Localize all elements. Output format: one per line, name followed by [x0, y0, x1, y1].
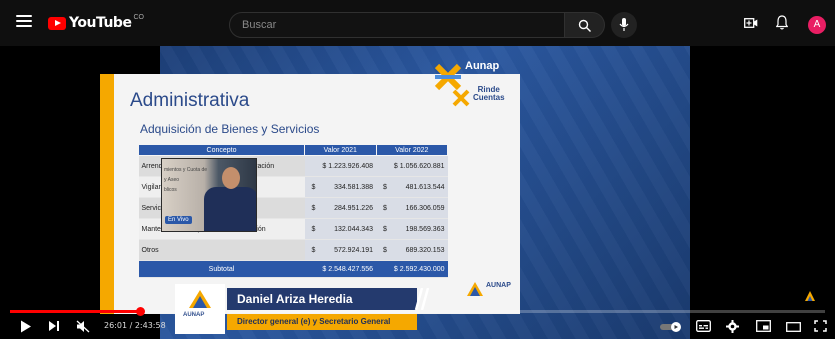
rinde-cuentas-logo: Aunap Rinde Cuentas [433, 58, 523, 110]
top-bar: YouTube CO Buscar A [0, 0, 835, 46]
fullscreen-icon[interactable] [814, 320, 827, 332]
time-display: 26:01 / 2:43:58 [104, 321, 166, 330]
column-header: Valor 2022 [375, 144, 448, 156]
brand-name: Aunap [465, 60, 500, 72]
channel-watermark-icon[interactable] [804, 290, 816, 302]
settings-gear-icon[interactable] [726, 320, 739, 333]
value-2022-cell: $166.306.059 [376, 197, 448, 219]
currency-symbol: $ [311, 225, 316, 233]
value-2021-cell: $572.924.191 [304, 239, 376, 261]
slide-title: Administrativa [130, 90, 250, 111]
currency-symbol: $ [383, 204, 387, 212]
subtotal-label: Subtotal [138, 260, 305, 278]
miniplayer-icon[interactable] [756, 320, 771, 332]
subtotal-row: Subtotal $ 2.548.427.556 $ 2.592.430.000 [138, 260, 448, 278]
speaker-inset: mientos y Cuota de y Aseo blicos En Vivo [161, 158, 257, 232]
value-text: 166.306.059 [405, 204, 445, 212]
logo-region-code: CO [133, 13, 144, 21]
next-icon[interactable] [48, 320, 60, 332]
autoplay-toggle-icon[interactable] [660, 322, 682, 332]
play-icon[interactable] [20, 320, 32, 333]
create-icon[interactable] [744, 17, 758, 29]
table-row: Otros $572.924.191 $689.320.153 [138, 239, 448, 261]
value-text: 689.320.153 [405, 246, 445, 254]
value-text: 132.044.343 [334, 225, 373, 233]
brand-x-small-icon [452, 89, 470, 107]
value-2021-cell: $334.581.388 [304, 176, 376, 198]
column-header: Concepto [138, 144, 305, 156]
voice-search-button[interactable] [611, 12, 637, 38]
subtitles-icon[interactable] [696, 320, 711, 332]
currency-symbol: $ [383, 246, 387, 254]
corner-logo-text: AUNAP [486, 282, 511, 289]
video-player[interactable]: Administrativa Adquisición de Bienes y S… [0, 46, 835, 339]
brand-cuentas-text: Cuentas [473, 93, 505, 102]
slide-subtitle: Adquisición de Bienes y Servicios [140, 122, 320, 136]
value-2022-cell: $689.320.153 [376, 239, 448, 261]
value-text: 572.924.191 [334, 246, 373, 254]
inset-text-line: y Aseo [164, 177, 180, 183]
scrubber-handle[interactable] [135, 307, 145, 316]
speaker-body [204, 187, 256, 231]
value-2022-cell: $ 1.056.620.881 [376, 155, 448, 177]
currency-symbol: $ [383, 183, 387, 191]
subtotal-2022: $ 2.592.430.000 [376, 260, 448, 278]
menu-icon[interactable] [16, 15, 32, 27]
player-controls: 26:01 / 2:43:58 [0, 316, 835, 339]
speaker-head [222, 167, 240, 189]
subtotal-2021: $ 2.548.427.556 [304, 260, 376, 278]
value-2022-cell: $481.613.544 [376, 176, 448, 198]
theater-mode-icon[interactable] [786, 322, 801, 332]
currency-symbol: $ [383, 225, 387, 233]
speaker-name: Daniel Ariza Heredia [227, 288, 417, 310]
column-header: Valor 2021 [304, 144, 377, 156]
value-text: 481.613.544 [405, 183, 445, 191]
value-text: 334.581.388 [334, 183, 373, 191]
bell-icon[interactable] [776, 15, 788, 30]
logo-text: YouTube [69, 15, 132, 31]
youtube-watch-page: YouTube CO Buscar A Administrativa Adqui… [0, 0, 835, 339]
inset-text-line: blicos [164, 187, 177, 193]
youtube-play-logo-icon [48, 16, 66, 30]
aunap-corner-icon [467, 282, 483, 296]
inset-text-line: mientos y Cuota de [164, 167, 208, 173]
search-icon [578, 19, 591, 32]
value-2021-cell: $132.044.343 [304, 218, 376, 240]
value-text: 284.951.226 [334, 204, 373, 212]
aunap-mark-icon [189, 290, 211, 308]
slide-accent-bar [100, 74, 114, 314]
value-2022-cell: $198.569.363 [376, 218, 448, 240]
slide-corner-logo: AUNAP [466, 279, 524, 307]
concept-cell: Otros [138, 239, 305, 261]
mic-icon [619, 18, 629, 31]
search-button[interactable] [565, 12, 605, 38]
mute-icon[interactable] [76, 320, 90, 333]
currency-symbol: $ [311, 204, 316, 212]
brand-tagline: Rinde Cuentas [473, 86, 505, 102]
search-input[interactable]: Buscar [229, 12, 565, 38]
currency-symbol: $ [311, 246, 316, 254]
currency-symbol: $ [311, 183, 316, 191]
inset-slide-text: mientos y Cuota de y Aseo blicos [164, 165, 207, 195]
live-badge: En Vivo [165, 216, 192, 224]
youtube-logo[interactable]: YouTube CO [48, 14, 144, 32]
progress-bar[interactable] [10, 307, 825, 316]
value-2021-cell: $ 1.223.926.408 [304, 155, 376, 177]
value-text: 198.569.363 [405, 225, 445, 233]
value-2021-cell: $284.951.226 [304, 197, 376, 219]
avatar[interactable]: A [808, 16, 826, 34]
decorative-stripes [414, 288, 430, 310]
progress-played [10, 310, 141, 313]
